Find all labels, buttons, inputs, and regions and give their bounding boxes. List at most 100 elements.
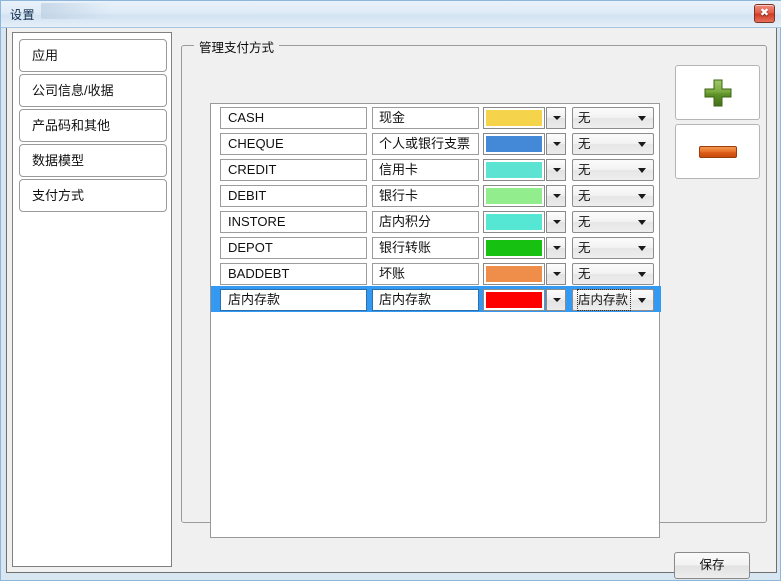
color-swatch xyxy=(486,292,542,308)
chevron-down-icon xyxy=(638,272,646,277)
payment-color-picker[interactable] xyxy=(483,133,566,155)
payment-mapping-select[interactable]: 无 xyxy=(572,133,654,155)
color-dropdown-button[interactable] xyxy=(546,263,566,285)
payment-color-picker[interactable] xyxy=(483,289,566,311)
color-dropdown-button[interactable] xyxy=(546,133,566,155)
payment-row[interactable]: 店内存款 店内存款 店内存款 xyxy=(211,286,661,312)
window-title: 设置 xyxy=(10,8,36,22)
sidebar-item-1[interactable]: 公司信息/收据 xyxy=(19,74,167,107)
payment-name-input[interactable]: 银行卡 xyxy=(372,185,479,207)
sidebar-item-0[interactable]: 应用 xyxy=(19,39,167,72)
sidebar: 应用 公司信息/收据产品码和其他数据模型支付方式 xyxy=(12,32,172,567)
color-swatch xyxy=(486,110,542,126)
color-dropdown-button[interactable] xyxy=(546,185,566,207)
color-preview xyxy=(483,289,545,311)
payment-mapping-select[interactable]: 无 xyxy=(572,263,654,285)
payment-mapping-select[interactable]: 无 xyxy=(572,107,654,129)
payment-row[interactable]: INSTORE 店内积分 无 xyxy=(211,208,661,234)
color-dropdown-button[interactable] xyxy=(546,107,566,129)
sidebar-item-3[interactable]: 数据模型 xyxy=(19,144,167,177)
color-swatch xyxy=(486,136,542,152)
color-swatch xyxy=(486,240,542,256)
chevron-down-icon xyxy=(638,116,646,121)
payment-code-input[interactable]: CREDIT xyxy=(220,159,367,181)
chevron-down-icon xyxy=(638,298,646,303)
title-bar: 设置 ✖ xyxy=(1,1,781,28)
payment-code-input[interactable]: INSTORE xyxy=(220,211,367,233)
payment-row[interactable]: DEPOT 银行转账 无 xyxy=(211,234,661,260)
payment-code-input[interactable]: 店内存款 xyxy=(220,289,367,311)
payment-name-input[interactable]: 店内积分 xyxy=(372,211,479,233)
sidebar-item-2[interactable]: 产品码和其他 xyxy=(19,109,167,142)
payment-name-input[interactable]: 个人或银行支票 xyxy=(372,133,479,155)
payment-color-picker[interactable] xyxy=(483,107,566,129)
title-bar-highlight xyxy=(41,3,111,19)
payment-method-list: CASH 现金无 CHEQUE 个人或银行支票无 CREDIT 信用卡无 DEBIT 银行卡无… xyxy=(210,103,661,538)
color-preview xyxy=(483,159,545,181)
color-dropdown-button[interactable] xyxy=(546,237,566,259)
payment-mapping-value: 无 xyxy=(578,189,591,203)
color-preview xyxy=(483,263,545,285)
color-dropdown-button[interactable] xyxy=(546,211,566,233)
sidebar-item-label: 产品码和其他 xyxy=(32,118,111,133)
payment-row[interactable]: CREDIT 信用卡 无 xyxy=(211,156,661,182)
chevron-down-icon xyxy=(553,220,561,224)
payment-mapping-value: 无 xyxy=(578,215,591,229)
payment-code-input[interactable]: DEBIT xyxy=(220,185,367,207)
payment-color-picker[interactable] xyxy=(483,159,566,181)
payment-row[interactable]: BADDEBT 坏账 无 xyxy=(211,260,661,286)
payment-code-input[interactable]: CHEQUE xyxy=(220,133,367,155)
payment-mapping-value: 店内存款 xyxy=(576,289,632,311)
payment-mapping-value: 无 xyxy=(578,241,591,255)
payment-mapping-select[interactable]: 无 xyxy=(572,237,654,259)
close-button[interactable]: ✖ xyxy=(754,4,775,23)
remove-payment-method-button[interactable] xyxy=(675,124,760,179)
sidebar-item-label: 支付方式 xyxy=(32,188,85,203)
payment-name-input[interactable]: 信用卡 xyxy=(372,159,479,181)
chevron-down-icon xyxy=(638,168,646,173)
payment-name-input[interactable]: 店内存款 xyxy=(372,289,479,311)
chevron-down-icon xyxy=(638,246,646,251)
payment-mapping-value: 无 xyxy=(578,267,591,281)
chevron-down-icon xyxy=(638,220,646,225)
chevron-down-icon xyxy=(553,272,561,276)
payment-color-picker[interactable] xyxy=(483,237,566,259)
payment-mapping-select[interactable]: 无 xyxy=(572,211,654,233)
client-area: 应用 公司信息/收据 产品码和其他 数据模型 支付方式 管理支付方式 CASH 现金无 CH… xyxy=(6,28,777,579)
payment-code-input[interactable]: CASH xyxy=(220,107,367,129)
payment-mapping-select[interactable]: 无 xyxy=(572,159,654,181)
sidebar-item-4[interactable]: 支付方式 xyxy=(19,179,167,212)
close-icon: ✖ xyxy=(759,7,770,19)
payment-mapping-select[interactable]: 无 xyxy=(572,185,654,207)
chevron-down-icon xyxy=(553,168,561,172)
plus-icon xyxy=(704,79,731,106)
payment-code-input[interactable]: DEPOT xyxy=(220,237,367,259)
settings-window: 设置 ✖ 应用 公司信息/收据 产品码和其他 数据模型 支付方式 管理支付方式 CASH… xyxy=(0,0,781,581)
payment-row[interactable]: CASH 现金 无 xyxy=(211,104,661,130)
add-payment-method-button[interactable] xyxy=(675,65,760,120)
payment-mapping-value: 无 xyxy=(578,137,591,151)
save-button[interactable]: 保存 xyxy=(674,552,750,579)
color-preview xyxy=(483,107,545,129)
chevron-down-icon xyxy=(638,194,646,199)
chevron-down-icon xyxy=(638,142,646,147)
minus-icon xyxy=(698,145,737,158)
color-dropdown-button[interactable] xyxy=(546,159,566,181)
payment-mapping-value: 无 xyxy=(578,163,591,177)
chevron-down-icon xyxy=(553,246,561,250)
payment-color-picker[interactable] xyxy=(483,211,566,233)
payment-mapping-value: 无 xyxy=(578,111,591,125)
payment-row[interactable]: DEBIT 银行卡 无 xyxy=(211,182,661,208)
payment-name-input[interactable]: 现金 xyxy=(372,107,479,129)
payment-code-input[interactable]: BADDEBT xyxy=(220,263,367,285)
color-dropdown-button[interactable] xyxy=(546,289,566,311)
color-swatch xyxy=(486,214,542,230)
payment-row[interactable]: CHEQUE 个人或银行支票 无 xyxy=(211,130,661,156)
payment-color-picker[interactable] xyxy=(483,263,566,285)
payment-name-input[interactable]: 银行转账 xyxy=(372,237,479,259)
color-preview xyxy=(483,237,545,259)
payment-color-picker[interactable] xyxy=(483,185,566,207)
payment-name-input[interactable]: 坏账 xyxy=(372,263,479,285)
payment-mapping-select[interactable]: 店内存款 xyxy=(572,289,654,311)
chevron-down-icon xyxy=(553,194,561,198)
